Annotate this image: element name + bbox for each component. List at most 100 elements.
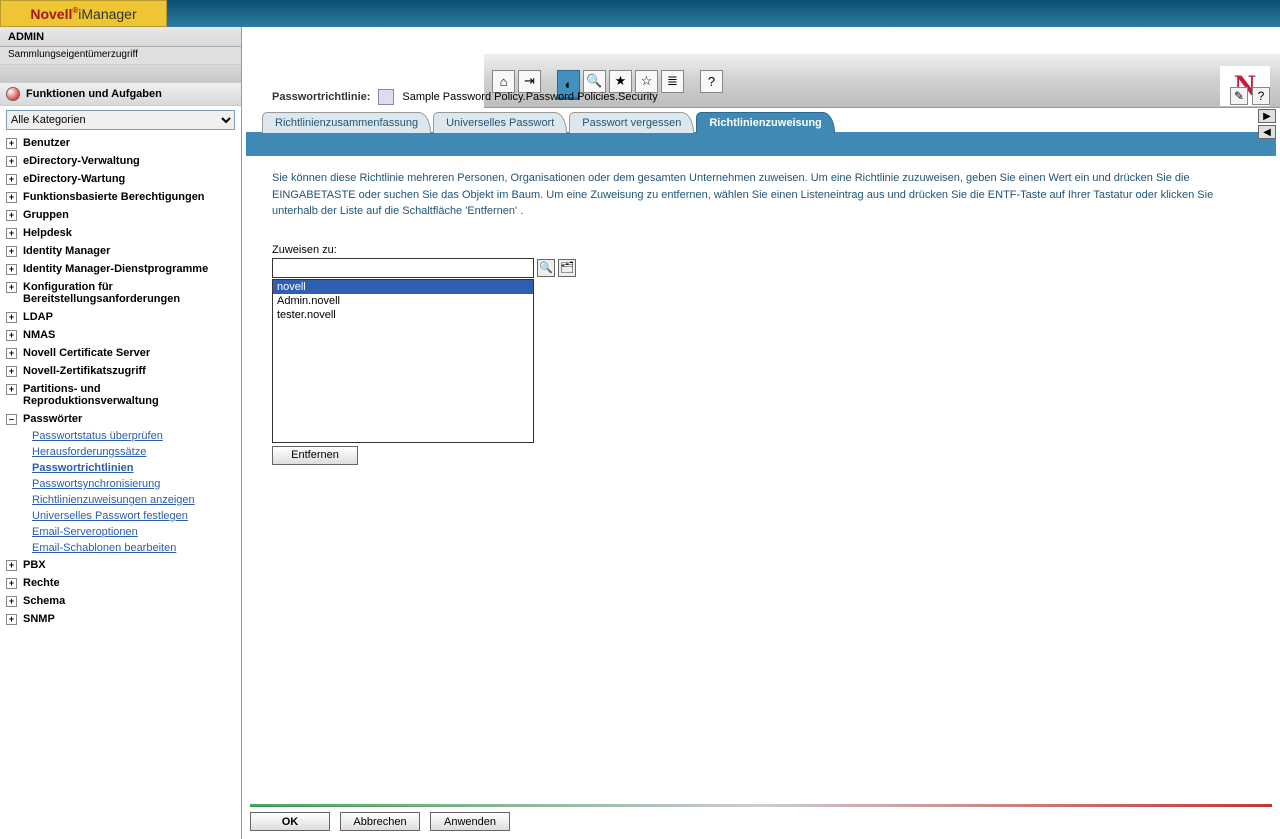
- tree-toggle-icon[interactable]: +: [6, 596, 17, 607]
- content-area: ⌂ ⇥ ◐ 🔍 ★ ☆ ≣ ? N Passwortrichtlinie: Sa…: [242, 27, 1280, 839]
- tree-item[interactable]: + SNMP: [0, 610, 241, 628]
- browse-tree-icon[interactable]: 🗂: [558, 259, 576, 277]
- tree-sub-item[interactable]: Passwortrichtlinien: [26, 460, 241, 476]
- cancel-button[interactable]: Abbrechen: [340, 812, 420, 831]
- assign-input[interactable]: [272, 258, 534, 278]
- tree-item[interactable]: + Novell-Zertifikatszugriff: [0, 362, 241, 380]
- page-title: Passwortrichtlinie:: [272, 91, 370, 103]
- tree-toggle-icon[interactable]: –: [6, 414, 17, 425]
- tree-item[interactable]: +PBX: [0, 556, 241, 574]
- tree-toggle-icon[interactable]: +: [6, 264, 17, 275]
- tree-sub-item[interactable]: Richtlinienzuweisungen anzeigen: [26, 492, 241, 508]
- tab[interactable]: Universelles Passwort: [433, 112, 567, 133]
- category-select[interactable]: Alle Kategorien: [6, 110, 235, 130]
- logo-imanager: iManager: [78, 6, 136, 22]
- ok-button[interactable]: OK: [250, 812, 330, 831]
- tree-item-label: Partitions- und Reproduktionsverwaltung: [23, 383, 235, 407]
- logo-novell: Novell: [30, 6, 72, 22]
- tree-toggle-icon[interactable]: +: [6, 246, 17, 257]
- tree-item[interactable]: + Gruppen: [0, 206, 241, 224]
- instructions-text: Sie können diese Richtlinie mehreren Per…: [242, 156, 1280, 230]
- tab[interactable]: Richtlinienzusammenfassung: [262, 112, 431, 133]
- tree-item-label: Benutzer: [23, 137, 235, 149]
- tree-item-label: Rechte: [23, 577, 235, 589]
- object-icon: [378, 89, 394, 105]
- tree-toggle-icon[interactable]: +: [6, 210, 17, 221]
- tree-toggle-icon[interactable]: +: [6, 192, 17, 203]
- tree-item-label: eDirectory-Verwaltung: [23, 155, 235, 167]
- tree-item-label: Novell Certificate Server: [23, 347, 235, 359]
- apply-button[interactable]: Anwenden: [430, 812, 510, 831]
- page-help-icon[interactable]: ?: [1252, 87, 1270, 105]
- tree-sub-item[interactable]: Passwortsynchronisierung: [26, 476, 241, 492]
- tree-item-label: NMAS: [23, 329, 235, 341]
- header-background: [167, 0, 1280, 27]
- tree-item[interactable]: + Funktionsbasierte Berechtigungen: [0, 188, 241, 206]
- edit-icon[interactable]: ✎: [1230, 87, 1248, 105]
- tree-toggle-icon[interactable]: +: [6, 384, 17, 395]
- tree-item[interactable]: + LDAP: [0, 308, 241, 326]
- tree-sub-item[interactable]: Email-Serveroptionen: [26, 524, 241, 540]
- logo: Novell® iManager: [0, 0, 167, 27]
- page-title-row: Passwortrichtlinie: Sample Password Poli…: [242, 81, 1280, 111]
- tree-item-label: Funktionsbasierte Berechtigungen: [23, 191, 235, 203]
- tree-item[interactable]: + Identity Manager-Dienstprogramme: [0, 260, 241, 278]
- tree-sub-item[interactable]: Email-Schablonen bearbeiten: [26, 540, 241, 556]
- tree-toggle-icon[interactable]: +: [6, 282, 17, 293]
- tree-toggle-icon[interactable]: +: [6, 560, 17, 571]
- tree-item[interactable]: + Novell Certificate Server: [0, 344, 241, 362]
- list-item[interactable]: novell: [273, 280, 533, 294]
- tree-sub-item[interactable]: Passwortstatus überprüfen: [26, 428, 241, 444]
- list-item[interactable]: Admin.novell: [273, 294, 533, 308]
- list-item[interactable]: tester.novell: [273, 308, 533, 322]
- tree-toggle-icon[interactable]: +: [6, 156, 17, 167]
- sidebar: ADMIN Sammlungseigentümerzugriff Funktio…: [0, 27, 242, 839]
- tree-item-label: Identity Manager: [23, 245, 235, 257]
- tab[interactable]: Richtlinienzuweisung: [696, 112, 834, 133]
- object-path: Sample Password Policy.Password Policies…: [402, 91, 657, 103]
- tree-item[interactable]: + Identity Manager: [0, 242, 241, 260]
- tree-item[interactable]: + Konfiguration für Bereitstellungsanford…: [0, 278, 241, 308]
- tab-bar: RichtlinienzusammenfassungUniverselles P…: [242, 111, 1280, 132]
- tree-sub-item[interactable]: Universelles Passwort festlegen: [26, 508, 241, 524]
- tree-item-label: SNMP: [23, 613, 235, 625]
- browse-search-icon[interactable]: 🔍: [537, 259, 555, 277]
- tree-item-label: Helpdesk: [23, 227, 235, 239]
- tree-toggle-icon[interactable]: +: [6, 174, 17, 185]
- tab-strip: [246, 132, 1276, 156]
- tree-item[interactable]: + Rechte: [0, 574, 241, 592]
- sidebar-title: Funktionen und Aufgaben: [0, 82, 241, 106]
- tree-item[interactable]: + Benutzer: [0, 134, 241, 152]
- tree-toggle-icon[interactable]: +: [6, 138, 17, 149]
- tree-toggle-icon[interactable]: +: [6, 614, 17, 625]
- tree-toggle-icon[interactable]: +: [6, 228, 17, 239]
- tree-toggle-icon[interactable]: +: [6, 348, 17, 359]
- assign-listbox[interactable]: novellAdmin.novelltester.novell: [272, 279, 534, 443]
- action-bar: OK Abbrechen Anwenden: [250, 804, 1272, 831]
- tree-item-label: Konfiguration für Bereitstellungsanforde…: [23, 281, 235, 305]
- tree-toggle-icon[interactable]: +: [6, 330, 17, 341]
- tree-item-label: Identity Manager-Dienstprogramme: [23, 263, 235, 275]
- tree-toggle-icon[interactable]: +: [6, 366, 17, 377]
- tree-item-label: Gruppen: [23, 209, 235, 221]
- tree-item[interactable]: –Passwörter: [0, 410, 241, 428]
- tree-item[interactable]: + NMAS: [0, 326, 241, 344]
- breadcrumb: Sammlungseigentümerzugriff: [0, 47, 241, 65]
- tree-item[interactable]: +eDirectory-Wartung: [0, 170, 241, 188]
- tab[interactable]: Passwort vergessen: [569, 112, 694, 133]
- remove-button[interactable]: Entfernen: [272, 446, 358, 465]
- assign-label: Zuweisen zu:: [242, 230, 1280, 258]
- nav-tree[interactable]: + Benutzer + eDirectory-Verwaltung +eDirecto…: [0, 134, 241, 814]
- tree-toggle-icon[interactable]: +: [6, 312, 17, 323]
- tree-sub-item[interactable]: Herausforderungssätze: [26, 444, 241, 460]
- tasks-icon: [6, 87, 20, 101]
- tree-item[interactable]: + Schema: [0, 592, 241, 610]
- tree-item-label: Novell-Zertifikatszugriff: [23, 365, 235, 377]
- tree-item-label: Passwörter: [23, 413, 235, 425]
- tree-item[interactable]: + eDirectory-Verwaltung: [0, 152, 241, 170]
- tree-item-label: LDAP: [23, 311, 235, 323]
- tree-item-label: Schema: [23, 595, 235, 607]
- tree-item[interactable]: + Partitions- und Reproduktionsverwaltung: [0, 380, 241, 410]
- tree-item[interactable]: + Helpdesk: [0, 224, 241, 242]
- tree-toggle-icon[interactable]: +: [6, 578, 17, 589]
